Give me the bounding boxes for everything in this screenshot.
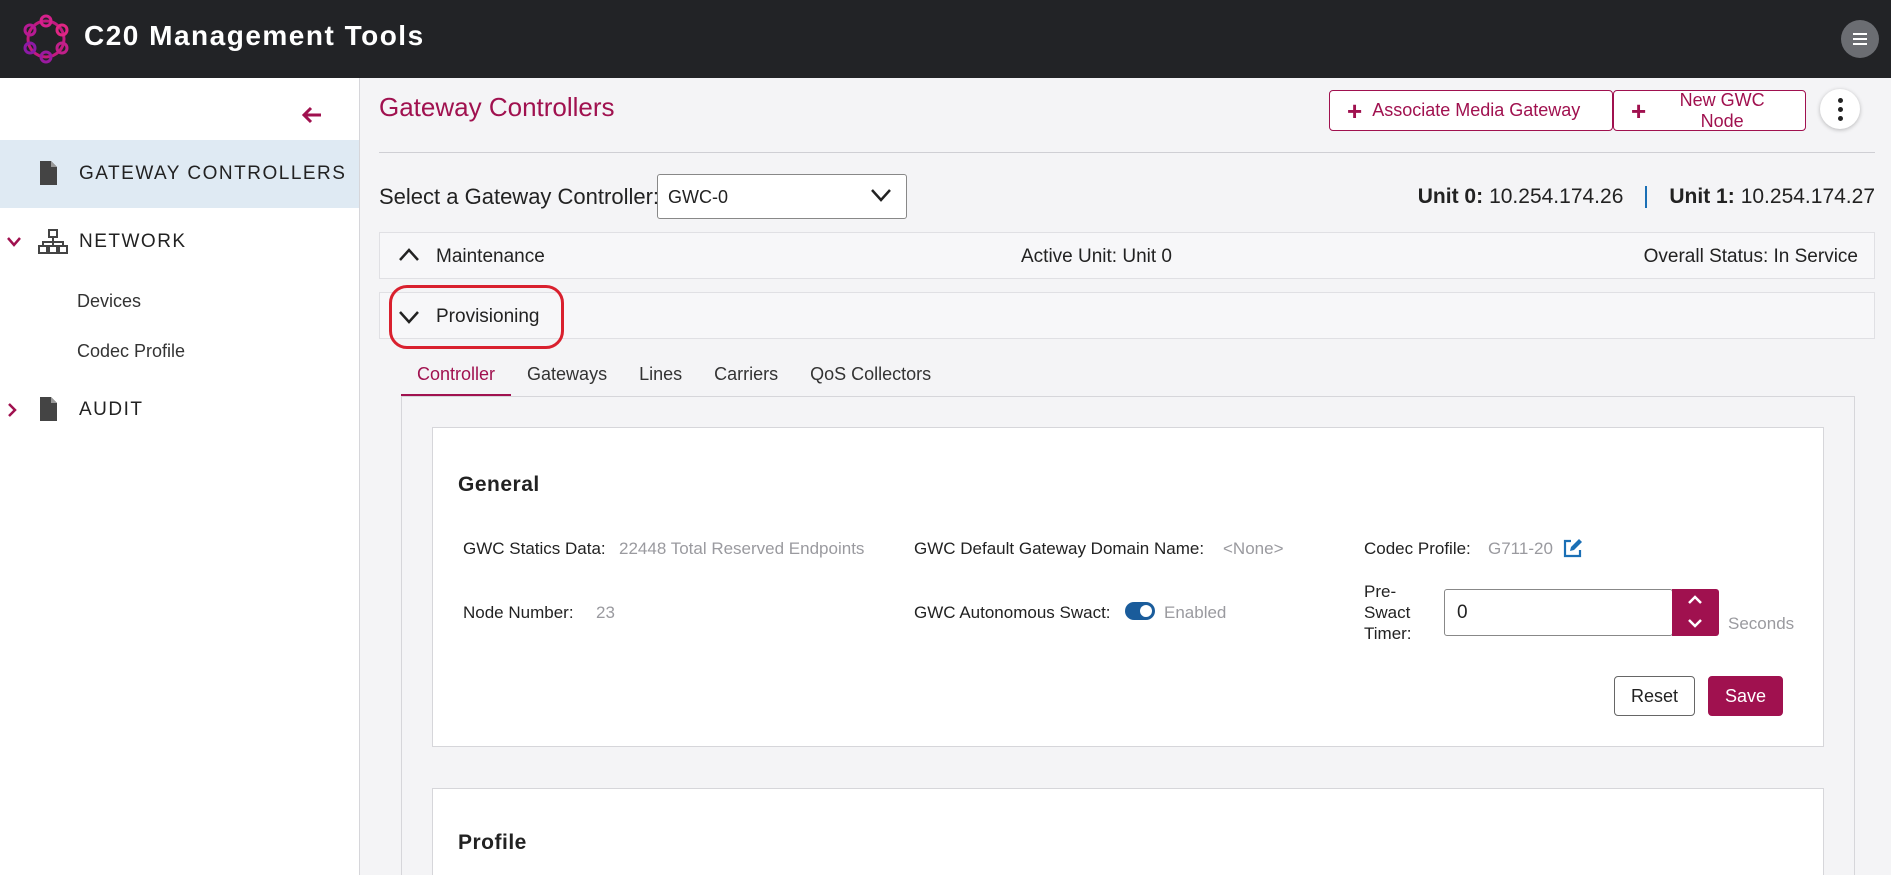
chevron-down-icon: [7, 237, 21, 247]
unit1-label: Unit 1:: [1669, 185, 1735, 208]
unit0-ip: 10.254.174.26: [1489, 185, 1624, 208]
overall-status-text: Overall Status: In Service: [1643, 246, 1858, 267]
associate-media-gateway-button[interactable]: + Associate Media Gateway: [1329, 90, 1613, 131]
profile-title: Profile: [458, 831, 527, 854]
unit-separator: [1645, 186, 1648, 208]
provisioning-tabs: Controller Gateways Lines Carriers QoS C…: [401, 356, 947, 397]
chevron-up-icon[interactable]: [398, 247, 420, 263]
sidebar-item-label: NETWORK: [79, 231, 187, 252]
tab-qos-collectors[interactable]: QoS Collectors: [794, 356, 947, 397]
kebab-dot: [1837, 97, 1843, 103]
sidebar-item-label: AUDIT: [79, 399, 144, 420]
hamburger-icon: [1853, 38, 1867, 40]
tab-gateways[interactable]: Gateways: [511, 356, 623, 397]
page-title: Gateway Controllers: [379, 92, 615, 122]
tab-lines[interactable]: Lines: [623, 356, 698, 397]
app-title: C20 Management Tools: [84, 20, 425, 51]
general-card: General GWC Statics Data: 22448 Total Re…: [432, 427, 1824, 747]
sidebar-item-network[interactable]: NETWORK: [0, 208, 359, 276]
sidebar: GATEWAY CONTROLLERS NETWORK Devices Code…: [0, 78, 360, 875]
document-icon: [40, 161, 57, 185]
sidebar-item-gateway-controllers[interactable]: GATEWAY CONTROLLERS: [0, 140, 359, 208]
maintenance-panel[interactable]: Maintenance Active Unit: Unit 0 Overall …: [379, 232, 1875, 279]
provisioning-highlight-annotation: [389, 285, 564, 349]
header-divider: [379, 152, 1875, 153]
tab-carriers[interactable]: Carriers: [698, 356, 794, 397]
node-number-value: 23: [596, 603, 615, 622]
pre-swact-timer-input[interactable]: 0: [1444, 589, 1673, 636]
autonomous-swact-label: GWC Autonomous Swact:: [914, 603, 1111, 622]
more-options-button[interactable]: [1820, 89, 1860, 129]
gateway-controller-select-value: GWC-0: [668, 187, 728, 207]
provisioning-panel[interactable]: Provisioning: [379, 292, 1875, 339]
sidebar-item-codec-profile[interactable]: Codec Profile: [77, 341, 185, 362]
sidebar-item-audit[interactable]: AUDIT: [0, 376, 359, 444]
autonomous-swact-value: Enabled: [1164, 603, 1227, 622]
gateway-controller-select[interactable]: GWC-0: [657, 174, 907, 219]
sidebar-item-devices[interactable]: Devices: [77, 291, 141, 312]
hamburger-menu-button[interactable]: [1841, 20, 1879, 58]
associate-media-gateway-label: Associate Media Gateway: [1372, 100, 1581, 120]
chevron-right-icon: [8, 403, 17, 417]
chain-ring-logo: [23, 14, 69, 64]
unit1-ip: 10.254.174.27: [1740, 185, 1875, 208]
network-icon: [38, 229, 68, 254]
node-number-label: Node Number:: [463, 603, 574, 622]
document-icon: [40, 397, 57, 421]
save-button[interactable]: Save: [1708, 676, 1783, 716]
edit-icon[interactable]: [1562, 538, 1583, 559]
kebab-dot: [1837, 106, 1843, 112]
maintenance-title[interactable]: Maintenance: [436, 246, 545, 268]
codec-profile-label: Codec Profile:: [1364, 539, 1471, 558]
pre-swact-timer-label-line3: Timer:: [1364, 624, 1412, 643]
unit0-label: Unit 0:: [1417, 185, 1484, 208]
pre-swact-timer-label-line2: Swact: [1364, 603, 1411, 622]
tab-controller[interactable]: Controller: [401, 356, 512, 397]
chevron-up-icon[interactable]: [1687, 594, 1703, 605]
arrow-left-icon[interactable]: [301, 100, 322, 131]
default-domain-label: GWC Default Gateway Domain Name:: [914, 539, 1205, 558]
autonomous-swact-toggle[interactable]: [1125, 602, 1155, 620]
pre-swact-timer-label-line1: Pre-: [1364, 582, 1397, 601]
active-unit-text: Active Unit: Unit 0: [1021, 246, 1172, 267]
new-gwc-node-button[interactable]: + New GWC Node: [1613, 90, 1806, 131]
new-gwc-node-label: New GWC Node: [1679, 89, 1765, 131]
sidebar-item-label: GATEWAY CONTROLLERS: [79, 163, 347, 184]
plus-icon: +: [1347, 95, 1363, 126]
chevron-down-icon: [871, 189, 891, 202]
chevron-down-icon[interactable]: [1687, 618, 1703, 629]
default-domain-value: <None>: [1223, 539, 1284, 558]
plus-icon: +: [1631, 95, 1647, 126]
pre-swact-timer-stepper[interactable]: [1672, 589, 1719, 636]
codec-profile-value: G711-20: [1488, 539, 1553, 558]
gateway-controller-select-label: Select a Gateway Controller:: [379, 184, 660, 209]
gwc-statics-label: GWC Statics Data:: [463, 539, 606, 558]
general-title: General: [458, 473, 540, 496]
unit-addresses: Unit 0: 10.254.174.26 Unit 1: 10.254.174…: [1418, 185, 1875, 209]
profile-card: Profile: [432, 788, 1824, 875]
pre-swact-timer-unit: Seconds: [1728, 614, 1795, 633]
top-bar: C20 Management Tools: [0, 0, 1891, 78]
kebab-dot: [1837, 115, 1843, 121]
gwc-statics-value: 22448 Total Reserved Endpoints: [619, 539, 865, 558]
reset-button[interactable]: Reset: [1614, 676, 1695, 716]
